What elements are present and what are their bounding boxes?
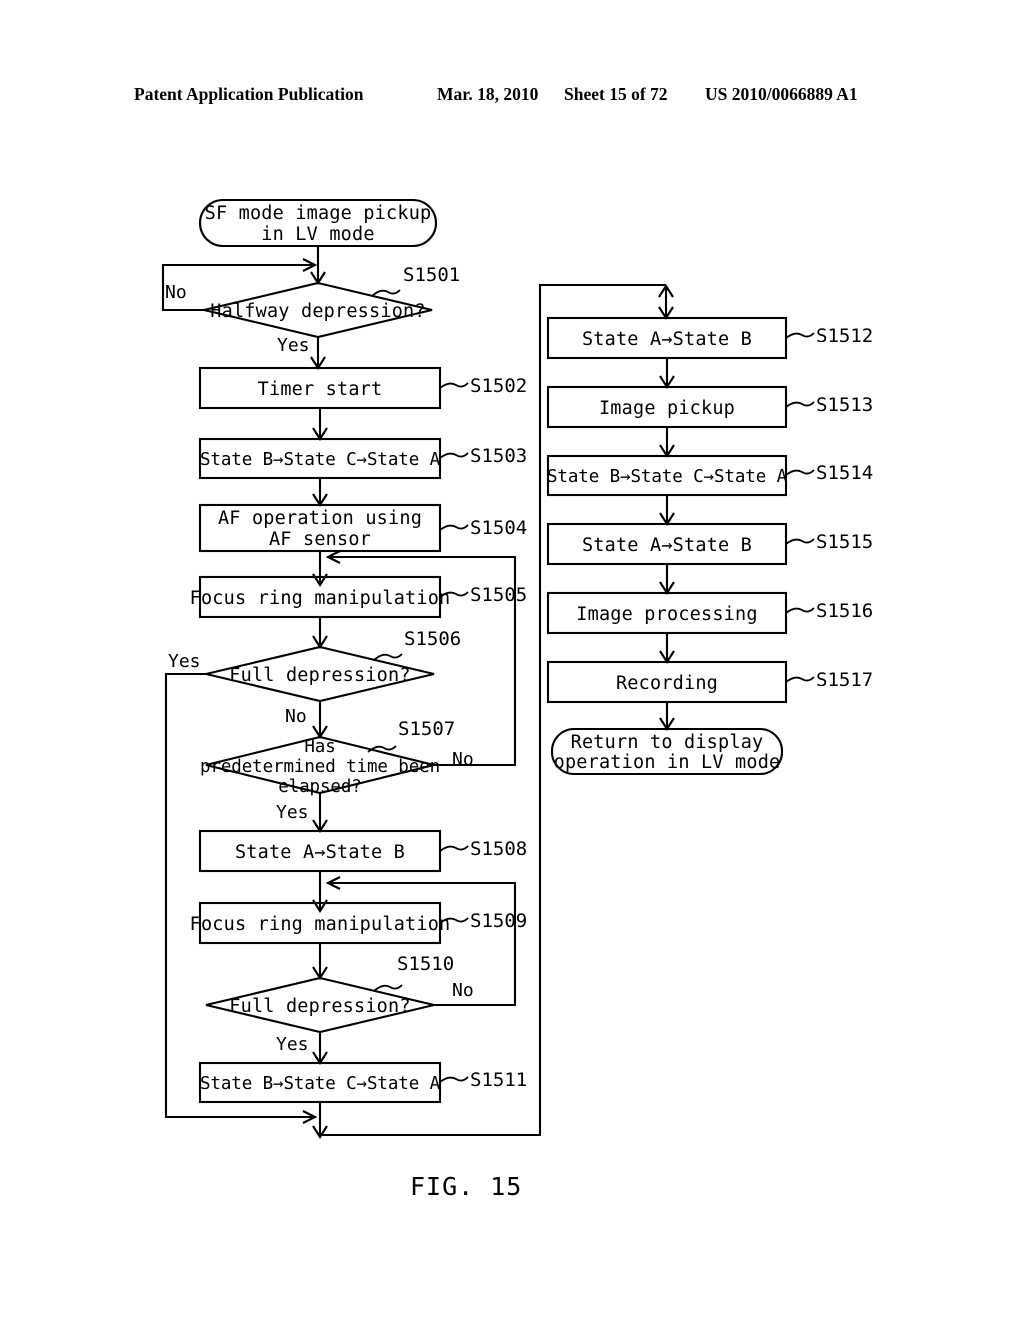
flow-node-s1510-label: Full depression? [229, 996, 410, 1017]
leader-s1508 [439, 845, 469, 852]
flow-node-s1507-line2: predetermined time been [200, 757, 440, 777]
patent-page: Patent Application Publication Mar. 18, … [0, 0, 1024, 1320]
ref-label-s1514: S1514 [816, 462, 873, 484]
branch-label-s1501-no: No [165, 282, 187, 303]
ref-label-s1501: S1501 [403, 264, 460, 286]
leader-s1502 [439, 382, 469, 389]
flow-node-s1503: State B→State C→State A [198, 437, 442, 480]
branch-label-s1506-no: No [285, 706, 307, 727]
flow-node-s1517: Recording [546, 660, 788, 704]
flow-node-s1504-line2: AF sensor [269, 529, 371, 550]
flow-node-s1508: State A→State B [198, 829, 442, 873]
flow-node-s1511-label: State B→State C→State A [200, 1074, 441, 1094]
branch-label-s1501-yes: Yes [277, 335, 310, 356]
ref-label-s1515: S1515 [816, 531, 873, 553]
flow-end-terminal: Return to display operation in LV mode [550, 727, 784, 776]
flow-node-s1514-label: State B→State C→State A [547, 467, 788, 487]
leader-s1512 [785, 332, 815, 339]
branch-label-s1506-yes: Yes [168, 651, 201, 672]
flow-node-s1502: Timer start [198, 366, 442, 410]
ref-label-s1508: S1508 [470, 838, 527, 860]
leader-s1514 [785, 469, 815, 476]
branch-label-s1510-yes: Yes [276, 1034, 309, 1055]
ref-label-s1506: S1506 [404, 628, 461, 650]
flow-end-line1: Return to display [571, 732, 764, 753]
flow-node-s1509-label: Focus ring manipulation [190, 914, 451, 935]
flowchart-diagram: SF mode image pickup in LV mode No Halfw… [161, 198, 873, 1139]
flow-node-s1514: State B→State C→State A [546, 454, 788, 497]
flow-node-s1501-label: Halfway depression? [210, 301, 425, 322]
flow-node-s1507-line1: Has [304, 737, 335, 757]
flow-node-s1503-label: State B→State C→State A [200, 450, 441, 470]
ref-label-s1513: S1513 [816, 394, 873, 416]
flow-node-s1516: Image processing [546, 591, 788, 635]
ref-label-s1512: S1512 [816, 325, 873, 347]
ref-label-s1510: S1510 [397, 953, 454, 975]
flow-node-s1512-label: State A→State B [582, 329, 752, 350]
ref-label-s1507: S1507 [398, 718, 455, 740]
leader-s1513 [785, 401, 815, 408]
leader-s1517 [785, 676, 815, 683]
leader-s1506 [373, 653, 403, 661]
flow-node-s1516-label: Image processing [576, 604, 757, 625]
ref-label-s1503: S1503 [470, 445, 527, 467]
leader-s1511 [439, 1076, 469, 1083]
branch-label-s1510-no: No [452, 980, 474, 1001]
flow-node-s1512: State A→State B [546, 316, 788, 360]
leader-s1515 [785, 538, 815, 545]
ref-label-s1505: S1505 [470, 584, 527, 606]
flow-start-line1: SF mode image pickup [205, 203, 432, 224]
flow-node-s1507: Has predetermined time been elapsed? [200, 735, 440, 797]
ref-label-s1509: S1509 [470, 910, 527, 932]
flow-node-s1504-line1: AF operation using [218, 508, 422, 529]
ref-label-s1502: S1502 [470, 375, 527, 397]
branch-label-s1507-no: No [452, 749, 474, 770]
flow-node-s1513-label: Image pickup [599, 398, 735, 419]
ref-label-s1511: S1511 [470, 1069, 527, 1091]
flow-start-line2: in LV mode [261, 224, 374, 245]
flow-node-s1502-label: Timer start [258, 379, 383, 400]
figure-caption: FIG. 15 [410, 1172, 523, 1201]
flow-node-s1515: State A→State B [546, 522, 788, 566]
flow-start-terminal: SF mode image pickup in LV mode [198, 198, 438, 248]
branch-label-s1507-yes: Yes [276, 802, 309, 823]
leader-s1503 [439, 452, 469, 459]
ref-label-s1516: S1516 [816, 600, 873, 622]
ref-label-s1517: S1517 [816, 669, 873, 691]
flow-node-s1517-label: Recording [616, 673, 718, 694]
leader-s1510 [373, 984, 403, 992]
flow-node-s1513: Image pickup [546, 385, 788, 429]
leader-s1501 [371, 289, 401, 297]
flow-node-s1515-label: State A→State B [582, 535, 752, 556]
ref-label-s1504: S1504 [470, 517, 527, 539]
flow-node-s1508-label: State A→State B [235, 842, 405, 863]
flow-end-line2: operation in LV mode [554, 752, 781, 773]
leader-s1507 [367, 745, 397, 753]
leader-s1516 [785, 607, 815, 614]
flow-node-s1504: AF operation using AF sensor [198, 503, 442, 553]
flow-node-s1511: State B→State C→State A [198, 1061, 442, 1104]
flow-node-s1505-label: Focus ring manipulation [190, 588, 451, 609]
flow-node-s1506-label: Full depression? [229, 665, 410, 686]
leader-s1504 [439, 524, 469, 531]
